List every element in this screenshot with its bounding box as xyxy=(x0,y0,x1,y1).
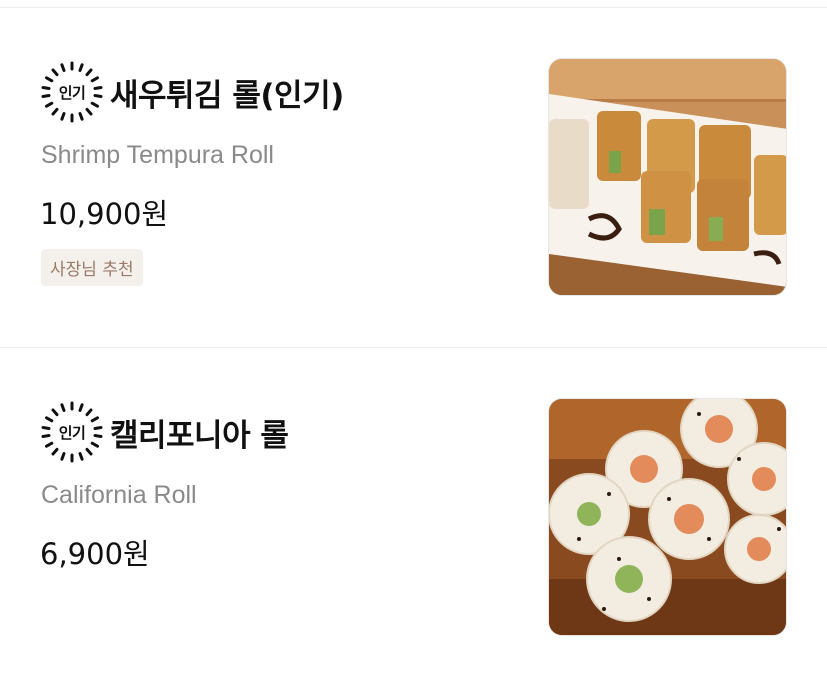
california-roll-photo[interactable] xyxy=(548,398,787,636)
menu-list: 인기 새우튀김 롤(인기) Shrimp Tempura Roll 10,900… xyxy=(0,0,827,686)
owner-recommend-tag: 사장님 추천 xyxy=(41,249,143,286)
shrimp-tempura-roll-photo[interactable] xyxy=(548,58,787,296)
popular-badge: 인기 xyxy=(40,400,104,464)
menu-item-price: 6,900원 xyxy=(40,537,150,571)
menu-item-name: 새우튀김 롤(인기) xyxy=(110,77,344,114)
menu-item-price: 10,900원 xyxy=(40,197,169,231)
menu-item-title-row: 인기 캘리포니아 롤 xyxy=(40,400,289,464)
menu-item-title-row: 인기 새우튀김 롤(인기) xyxy=(40,60,344,124)
badge-label: 인기 xyxy=(58,83,86,102)
menu-item-california-roll[interactable]: 인기 캘리포니아 롤 California Roll 6,900원 xyxy=(0,348,827,686)
popular-badge: 인기 xyxy=(40,60,104,124)
menu-item-name: 캘리포니아 롤 xyxy=(110,417,289,454)
badge-label: 인기 xyxy=(58,423,86,442)
menu-item-english-name: California Roll xyxy=(41,481,197,509)
menu-item-english-name: Shrimp Tempura Roll xyxy=(41,141,274,169)
menu-item-shrimp-tempura-roll[interactable]: 인기 새우튀김 롤(인기) Shrimp Tempura Roll 10,900… xyxy=(0,8,827,347)
